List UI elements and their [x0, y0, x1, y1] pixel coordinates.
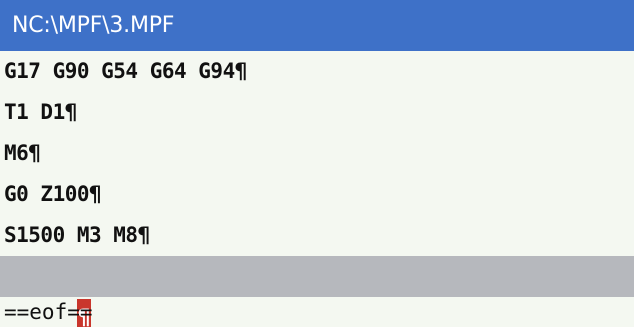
program-line[interactable]: T1 D1¶: [0, 92, 634, 133]
program-line[interactable]: S1500 M3 M8¶: [0, 215, 634, 256]
program-lines[interactable]: G17 G90 G54 G64 G94¶ T1 D1¶ M6¶ G0 Z100¶…: [0, 51, 634, 327]
program-line[interactable]: M6¶: [0, 133, 634, 174]
file-path-title: NC:\MPF\3.MPF: [0, 0, 634, 51]
end-of-file-marker: ==eof==: [4, 300, 93, 324]
active-program-line[interactable]: ¶: [0, 256, 634, 327]
program-editor[interactable]: NC:\MPF\3.MPF G17 G90 G54 G64 G94¶ T1 D1…: [0, 0, 634, 327]
program-line[interactable]: G17 G90 G54 G64 G94¶: [0, 51, 634, 92]
program-line[interactable]: G0 Z100¶: [0, 174, 634, 215]
